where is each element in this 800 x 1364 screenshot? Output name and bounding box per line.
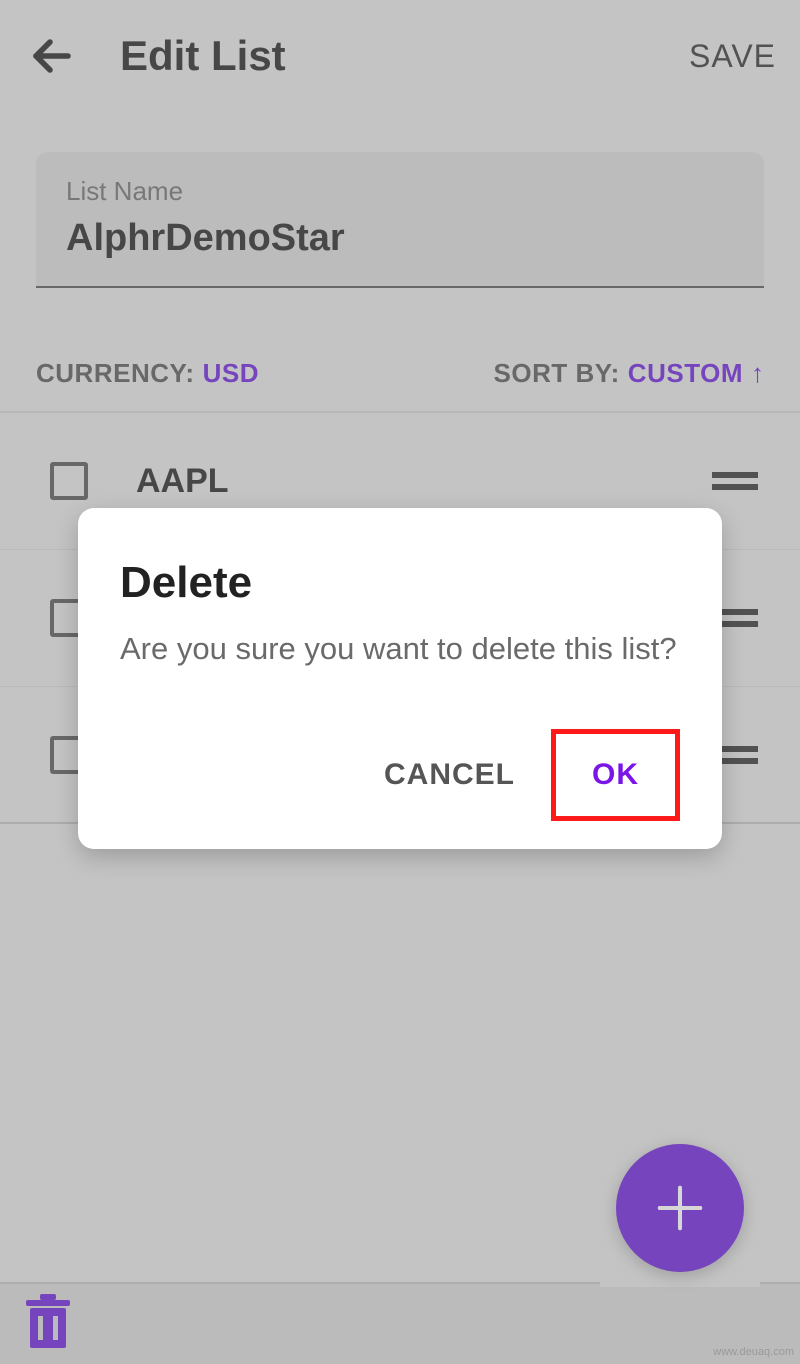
ok-button[interactable]: OK xyxy=(551,729,680,821)
dialog-actions: CANCEL OK xyxy=(120,729,680,821)
watermark: www.deuaq.com xyxy=(713,1346,794,1358)
dialog-title: Delete xyxy=(120,558,680,608)
delete-dialog: Delete Are you sure you want to delete t… xyxy=(78,508,722,849)
cancel-button[interactable]: CANCEL xyxy=(380,740,519,810)
dialog-message: Are you sure you want to delete this lis… xyxy=(120,630,680,669)
